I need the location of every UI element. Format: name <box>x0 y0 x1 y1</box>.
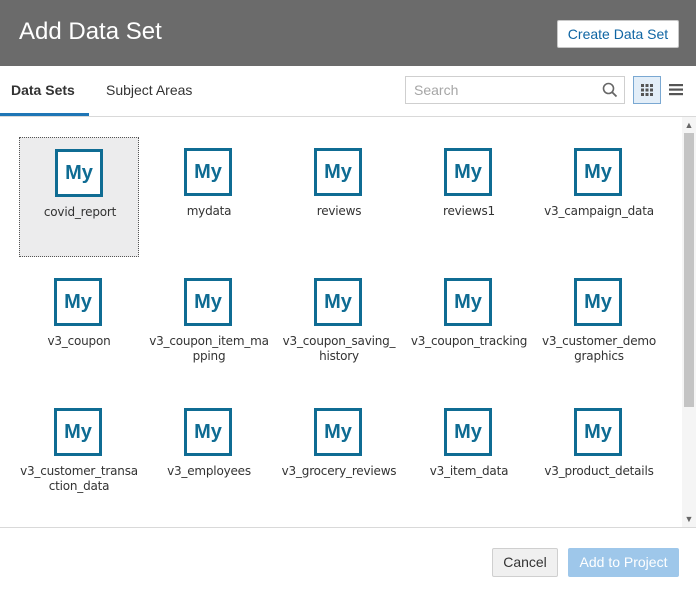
dataset-name: v3_customer_demographics <box>541 334 657 363</box>
dataset-tile[interactable]: My reviews1 <box>409 137 529 257</box>
dialog-title: Add Data Set <box>19 18 162 45</box>
cancel-button[interactable]: Cancel <box>492 548 558 577</box>
create-data-set-button[interactable]: Create Data Set <box>557 20 679 48</box>
my-dataset-icon: My <box>184 278 232 326</box>
dialog-header: Add Data Set Create Data Set <box>0 0 696 66</box>
my-dataset-icon: My <box>314 148 362 196</box>
dataset-tile[interactable]: My reviews <box>279 137 399 257</box>
dataset-name: v3_item_data <box>429 464 509 478</box>
dataset-name: reviews <box>316 204 362 218</box>
search-box <box>405 76 625 104</box>
my-dataset-icon: My <box>55 149 103 197</box>
dataset-name: v3_coupon_tracking <box>410 334 528 348</box>
scroll-down-arrow-icon[interactable]: ▼ <box>682 511 696 527</box>
grid-view-button[interactable] <box>633 76 661 104</box>
list-view-button[interactable] <box>666 76 686 104</box>
my-dataset-icon: My <box>314 408 362 456</box>
dataset-name: reviews1 <box>443 204 495 218</box>
scroll-thumb[interactable] <box>684 133 694 407</box>
dataset-name: mydata <box>186 204 232 218</box>
grid-view-icon <box>641 84 653 96</box>
search-icon[interactable] <box>602 82 618 98</box>
dataset-tile[interactable]: My v3_grocery_reviews <box>279 397 399 517</box>
dataset-tile[interactable]: My v3_campaign_data <box>539 137 659 257</box>
dataset-name: v3_customer_transaction_data <box>20 464 138 493</box>
my-dataset-icon: My <box>574 278 622 326</box>
dataset-name: v3_product_details <box>544 464 654 478</box>
dataset-name: v3_campaign_data <box>544 204 654 218</box>
dataset-name: covid_report <box>43 205 117 219</box>
my-dataset-icon: My <box>444 278 492 326</box>
dialog-footer: Cancel Add to Project <box>0 527 696 596</box>
dataset-tile[interactable]: My v3_coupon <box>19 267 139 387</box>
dataset-tile[interactable]: My v3_product_details <box>539 397 659 517</box>
list-view-icon <box>669 84 683 96</box>
dataset-tile[interactable]: My v3_coupon_tracking <box>409 267 529 387</box>
tab-data-sets[interactable]: Data Sets <box>0 66 89 116</box>
my-dataset-icon: My <box>574 408 622 456</box>
dataset-tile[interactable]: My v3_item_data <box>409 397 529 517</box>
my-dataset-icon: My <box>444 148 492 196</box>
tab-subject-areas[interactable]: Subject Areas <box>95 66 203 116</box>
dataset-grid: My covid_report My mydata My reviews My reviews… <box>0 117 682 527</box>
dataset-name: v3_coupon <box>47 334 111 348</box>
dataset-name: v3_employees <box>167 464 251 478</box>
dataset-name: v3_coupon_item_mapping <box>149 334 269 363</box>
my-dataset-icon: My <box>314 278 362 326</box>
tab-bar: Data Sets Subject Areas <box>0 66 696 117</box>
dataset-tile[interactable]: My mydata <box>149 137 269 257</box>
dataset-tile[interactable]: My v3_customer_transaction_data <box>19 397 139 517</box>
dataset-tile[interactable]: My v3_coupon_item_mapping <box>149 267 269 387</box>
dataset-tile[interactable]: My covid_report <box>19 137 139 257</box>
vertical-scrollbar[interactable]: ▲ ▼ <box>682 117 696 527</box>
scroll-up-arrow-icon[interactable]: ▲ <box>682 117 696 133</box>
my-dataset-icon: My <box>54 278 102 326</box>
dataset-tile[interactable]: My v3_employees <box>149 397 269 517</box>
dataset-tile[interactable]: My v3_coupon_saving_history <box>279 267 399 387</box>
add-to-project-button[interactable]: Add to Project <box>568 548 679 577</box>
dataset-tile[interactable]: My v3_customer_demographics <box>539 267 659 387</box>
my-dataset-icon: My <box>184 148 232 196</box>
search-input[interactable] <box>406 77 596 103</box>
dataset-name: v3_coupon_saving_history <box>282 334 396 363</box>
my-dataset-icon: My <box>54 408 102 456</box>
my-dataset-icon: My <box>184 408 232 456</box>
my-dataset-icon: My <box>444 408 492 456</box>
dataset-name: v3_grocery_reviews <box>281 464 397 478</box>
my-dataset-icon: My <box>574 148 622 196</box>
